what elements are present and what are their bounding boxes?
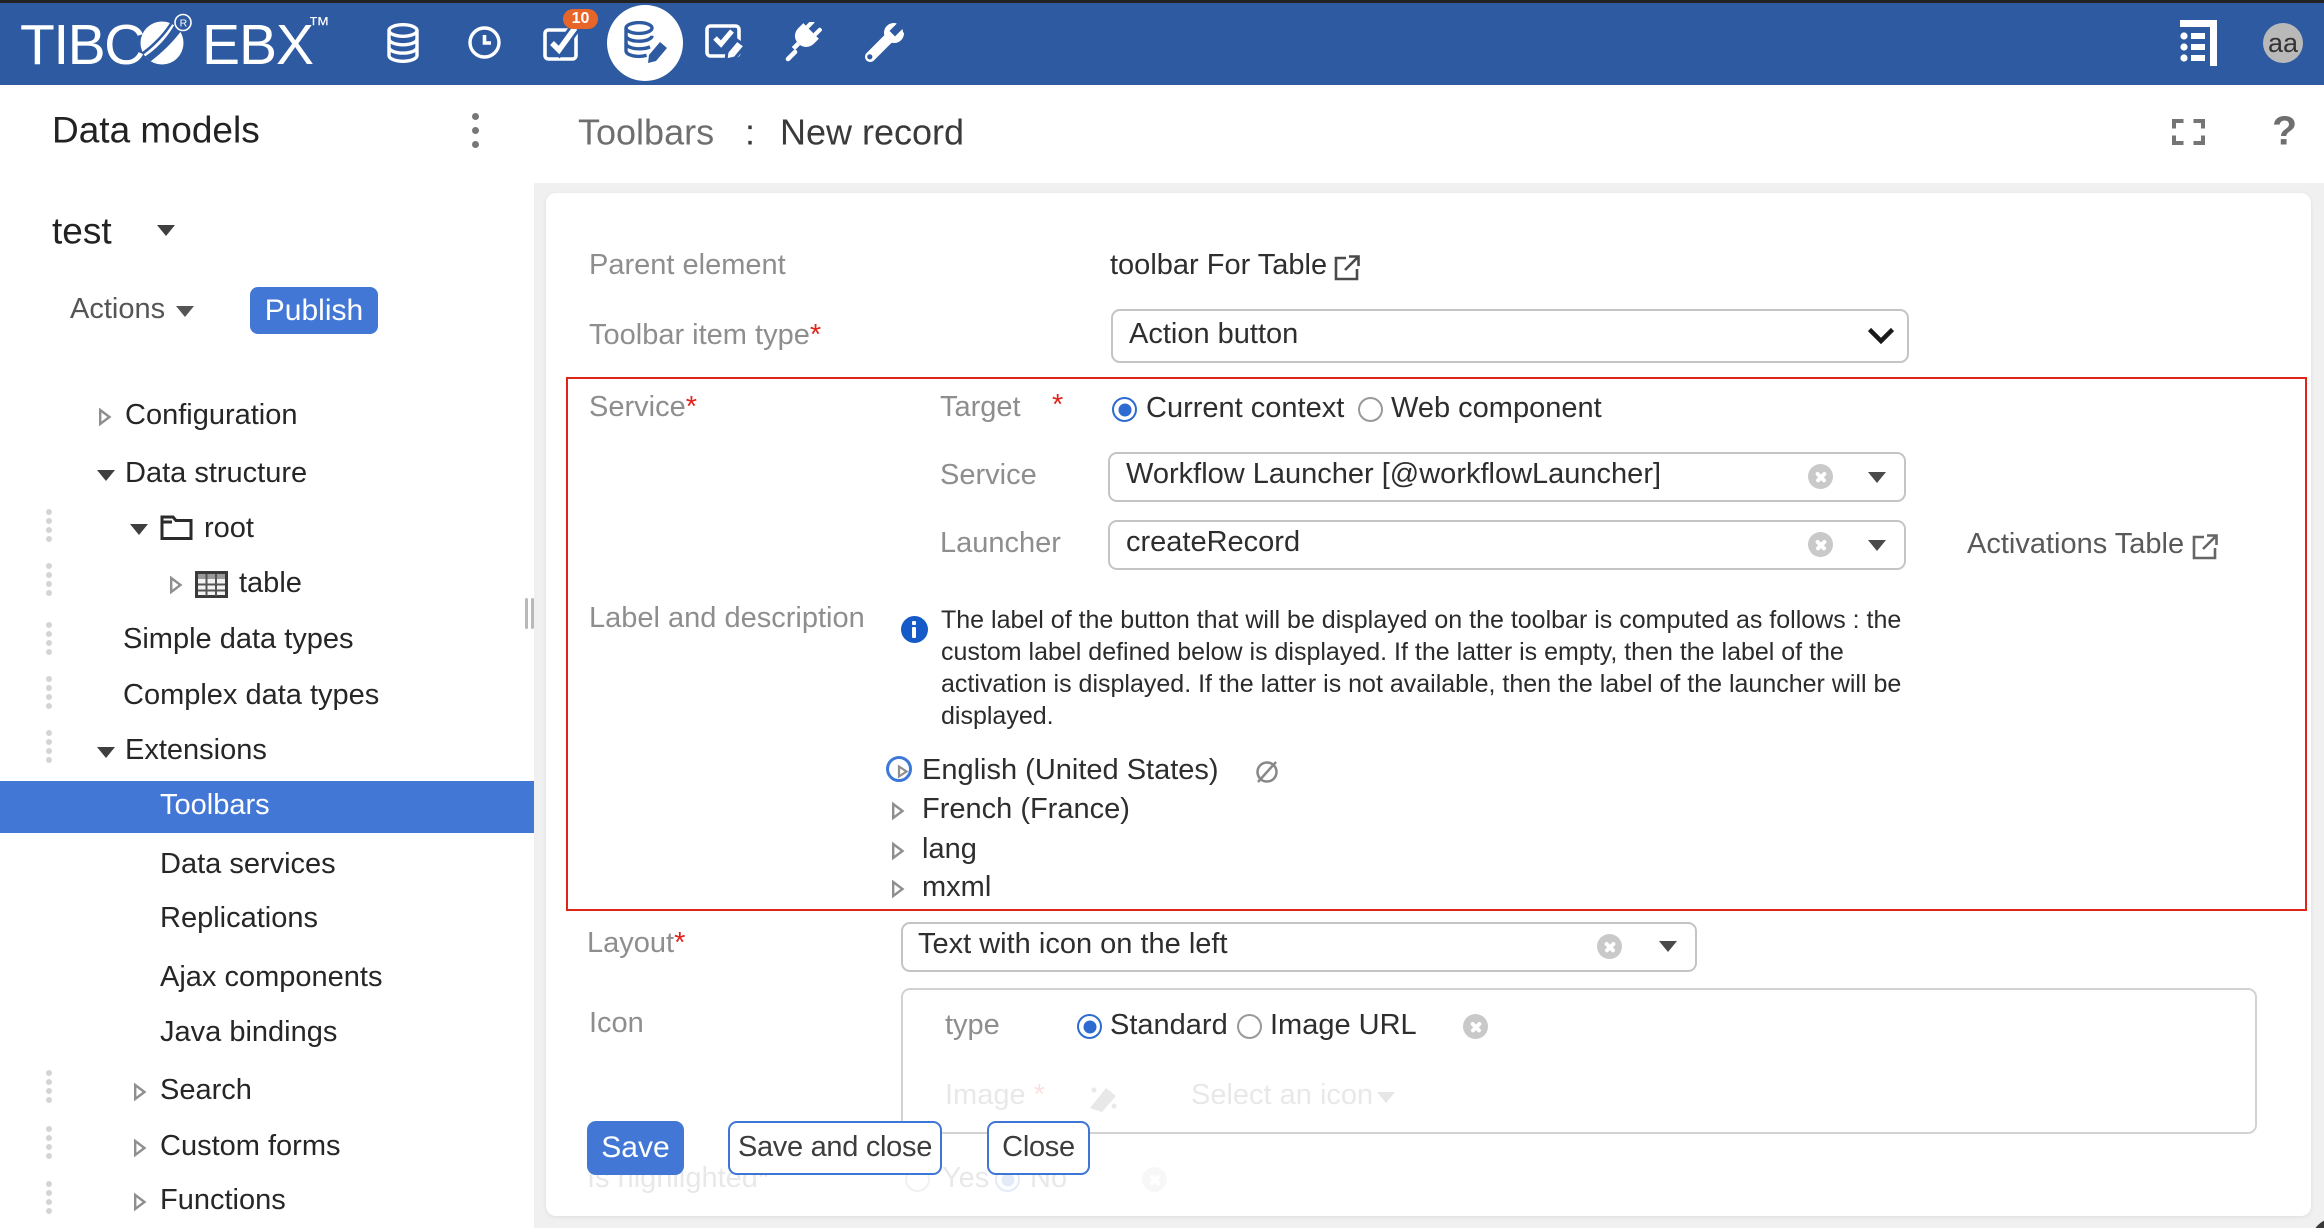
svg-text:TIBC: TIBC	[20, 13, 144, 77]
svg-text:R: R	[180, 18, 188, 30]
svg-text:™: ™	[308, 12, 330, 37]
svg-text:EBX: EBX	[202, 13, 313, 77]
